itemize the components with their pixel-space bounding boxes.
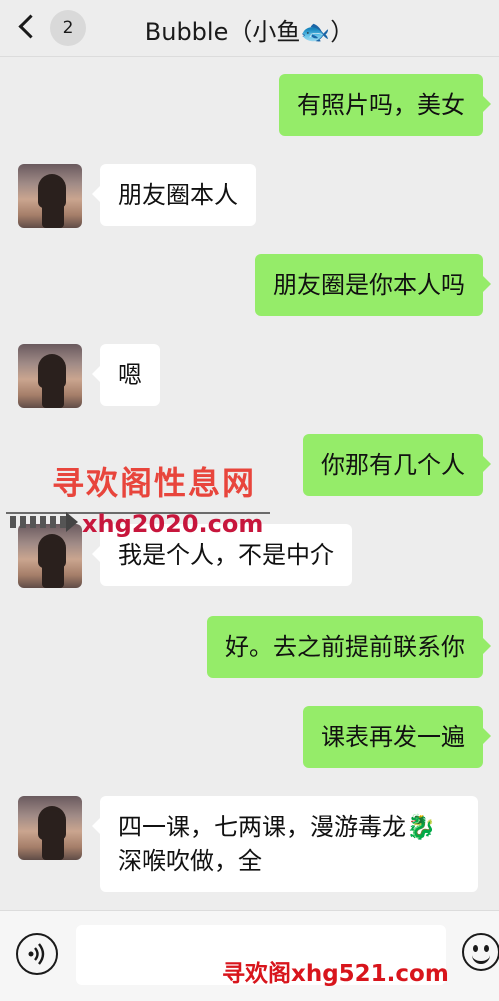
message-bubble-outgoing[interactable]: 好。去之前提前联系你 xyxy=(207,616,491,678)
message-line: 深喉吹做，全 xyxy=(118,847,262,875)
message-bubble-outgoing[interactable]: 课表再发一遍 xyxy=(303,706,491,768)
voice-icon[interactable] xyxy=(16,933,58,975)
message-bubble-outgoing[interactable]: 朋友圈是你本人吗 xyxy=(255,254,491,316)
voice-waves-icon xyxy=(28,943,45,965)
avatar[interactable] xyxy=(18,164,82,228)
watermark-url: xhg2020.com xyxy=(82,510,264,538)
chat-header: 2 Bubble（小鱼🐟） xyxy=(0,0,499,57)
message-bubble-incoming[interactable]: 嗯 xyxy=(92,344,160,406)
emoji-icon[interactable] xyxy=(462,933,499,971)
watermark-text: 寻欢阁性息网 xyxy=(52,464,257,502)
arrow-icon xyxy=(10,516,68,528)
chat-title: Bubble（小鱼🐟） xyxy=(144,18,355,46)
avatar[interactable] xyxy=(18,344,82,408)
message-bubble-outgoing[interactable]: 有照片吗，美女 xyxy=(279,74,491,136)
message-bubble-outgoing[interactable]: 你那有几个人 xyxy=(303,434,491,496)
message-bubble-incoming[interactable]: 朋友圈本人 xyxy=(92,164,256,226)
footer-watermark: 寻欢阁xhg521.com xyxy=(222,961,449,987)
message-line: 四一课，七两课，漫游毒龙🐉 xyxy=(118,813,436,841)
arrowhead-icon xyxy=(66,512,78,532)
avatar[interactable] xyxy=(18,796,82,860)
avatar[interactable] xyxy=(18,524,82,588)
message-bubble-incoming[interactable]: 四一课，七两课，漫游毒龙🐉 深喉吹做，全 xyxy=(92,796,478,892)
